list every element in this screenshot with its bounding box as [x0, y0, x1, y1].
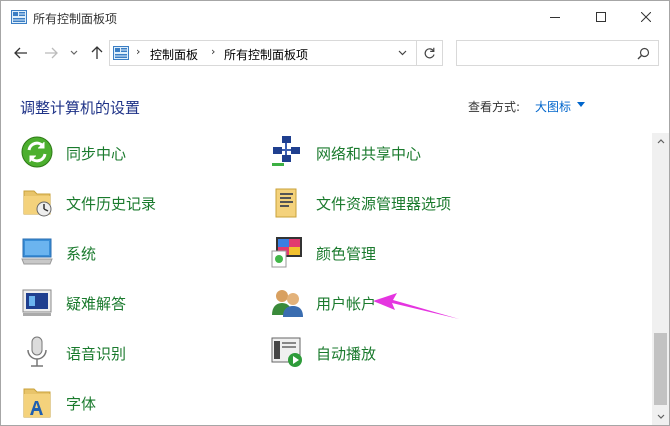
search-icon [637, 47, 649, 59]
page-title: 调整计算机的设置 [20, 99, 141, 117]
item-label: 同步中心 [66, 145, 127, 163]
troubleshooting-icon [22, 289, 52, 316]
item-color-management[interactable]: 颜色管理 [270, 235, 420, 271]
color-management-icon [271, 237, 302, 268]
item-autoplay[interactable]: 自动播放 [270, 335, 420, 371]
address-history-button[interactable] [390, 41, 414, 65]
item-speech-recognition[interactable]: 语音识别 [20, 335, 170, 371]
view-by-dropdown[interactable]: 大图标 [535, 98, 571, 115]
minimize-icon [550, 17, 560, 18]
item-label: 文件资源管理器选项 [316, 195, 452, 213]
view-by-label: 查看方式: [468, 100, 521, 114]
file-history-icon [23, 190, 52, 217]
speech-recognition-icon [27, 336, 47, 367]
arrow-right-icon [45, 47, 58, 59]
breadcrumb-separator-icon[interactable]: › [136, 45, 140, 58]
caret-down-icon[interactable] [577, 102, 585, 107]
chevron-down-icon [398, 50, 406, 56]
maximize-icon [596, 12, 606, 22]
item-label: 颜色管理 [316, 245, 377, 263]
item-label: 网络和共享中心 [316, 145, 422, 163]
navigation-bar: › 控制面板 › 所有控制面板项 [1, 37, 669, 69]
item-label: 系统 [66, 245, 97, 263]
item-label: 文件历史记录 [66, 195, 157, 213]
recent-locations-button[interactable] [67, 41, 81, 65]
item-label: 用户帐户 [316, 295, 377, 313]
fonts-icon [23, 388, 51, 418]
scroll-up-button[interactable] [652, 133, 669, 150]
system-icon [21, 238, 53, 265]
chevron-down-icon [657, 414, 664, 419]
item-file-history[interactable]: 文件历史记录 [20, 185, 190, 221]
item-label: 自动播放 [316, 345, 377, 363]
autoplay-icon [271, 337, 302, 367]
address-bar[interactable]: › 控制面板 › 所有控制面板项 [109, 40, 443, 66]
maximize-button[interactable] [578, 1, 624, 33]
breadcrumb-all-items[interactable]: 所有控制面板项 [224, 46, 308, 63]
control-panel-app-icon [11, 10, 27, 24]
control-panel-icon [113, 46, 129, 60]
breadcrumb-separator-icon[interactable]: › [211, 45, 215, 58]
chevron-up-icon [657, 139, 664, 144]
control-panel-window: 所有控制面板项 › 控制面板 › 所有控制面板项 调整计算机的设置 查看方式: … [0, 0, 670, 426]
user-accounts-icon [272, 290, 303, 317]
breadcrumb-control-panel[interactable]: 控制面板 [150, 46, 198, 63]
vertical-scrollbar[interactable] [652, 133, 669, 425]
up-button[interactable] [87, 41, 107, 65]
item-label: 字体 [66, 395, 97, 413]
search-box[interactable] [456, 40, 659, 66]
window-title: 所有控制面板项 [33, 12, 118, 26]
scroll-down-button[interactable] [652, 408, 669, 425]
close-icon [641, 12, 651, 22]
item-troubleshooting[interactable]: 疑难解答 [20, 285, 170, 321]
item-label: 疑难解答 [66, 295, 127, 313]
explorer-options-icon [275, 188, 297, 218]
scroll-thumb[interactable] [654, 333, 667, 405]
search-input[interactable] [463, 44, 623, 62]
forward-button[interactable] [41, 41, 61, 65]
search-button[interactable] [629, 41, 657, 65]
sync-center-icon [21, 136, 53, 168]
minimize-button[interactable] [532, 1, 578, 33]
close-button[interactable] [623, 1, 669, 33]
item-label: 语音识别 [66, 345, 127, 363]
arrow-up-icon [91, 46, 103, 59]
back-button[interactable] [11, 41, 31, 65]
item-explorer-options[interactable]: 文件资源管理器选项 [270, 185, 490, 221]
refresh-icon [424, 47, 435, 58]
chevron-down-icon [70, 50, 78, 55]
item-system[interactable]: 系统 [20, 235, 130, 271]
annotation-arrow [373, 293, 459, 319]
item-sync-center[interactable]: 同步中心 [20, 135, 170, 171]
refresh-button[interactable] [416, 41, 442, 65]
item-fonts[interactable]: 字体 [20, 385, 130, 421]
title-bar: 所有控制面板项 [1, 1, 669, 33]
arrow-left-icon [14, 47, 27, 59]
network-sharing-icon [272, 136, 300, 166]
item-network-sharing-center[interactable]: 网络和共享中心 [270, 135, 470, 171]
